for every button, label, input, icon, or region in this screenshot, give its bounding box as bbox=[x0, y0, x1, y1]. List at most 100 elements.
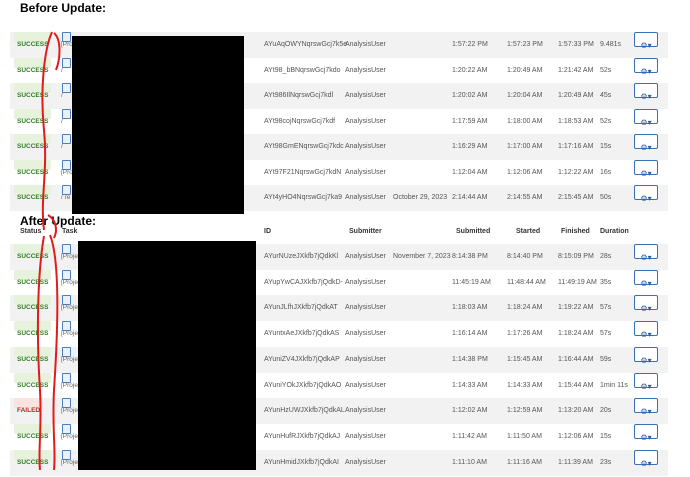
task-id: AYuntxAeJXkfb7jQdkAS bbox=[264, 330, 340, 338]
task-id: AYt4yHO4NqrswGcj7ka9 bbox=[264, 194, 343, 201]
started-time: 1:57:23 PM bbox=[507, 41, 543, 48]
task-actions-gear-button[interactable]: ⚙▾ bbox=[634, 134, 658, 152]
submitter-name: AnalysisUser bbox=[345, 355, 386, 363]
task-id: AYt97F21NqrswGcj7kdN bbox=[264, 168, 342, 176]
column-header-started[interactable]: Started bbox=[516, 224, 540, 240]
started-time: 1:20:04 AM bbox=[507, 92, 543, 99]
started-time: 1:20:49 AM bbox=[507, 66, 543, 74]
submitted-time: 1:16:29 AM bbox=[452, 143, 488, 150]
task-id: AYupYwCAJXkfb7jQdkD- bbox=[264, 278, 343, 286]
task-actions-gear-button[interactable]: ⚙▾ bbox=[634, 449, 658, 468]
submitter-name: AnalysisUser bbox=[345, 304, 386, 312]
task-id: AYunHufRJXkfb7jQdkAJ bbox=[264, 432, 341, 440]
task-actions-gear-button[interactable]: ⚙▾ bbox=[634, 244, 658, 262]
duration-value: 16s bbox=[600, 168, 612, 176]
submitted-time: 1:20:02 AM bbox=[452, 92, 488, 99]
before-update-caption: Before Update: bbox=[20, 1, 107, 15]
task-id: AYuniZV4JXkfb7jQdkAP bbox=[264, 355, 340, 363]
submitted-time: 2:14:44 AM bbox=[452, 194, 488, 201]
submitted-time: 1:11:10 AM bbox=[452, 458, 487, 466]
submitted-time: 1:17:59 AM bbox=[452, 117, 488, 125]
task-actions-gear-button[interactable]: ⚙▾ bbox=[634, 185, 658, 203]
duration-value: 35s bbox=[600, 278, 612, 286]
submitter-name: AnalysisUser bbox=[345, 92, 386, 99]
duration-value: 1min 11s bbox=[600, 381, 628, 389]
duration-value: 20s bbox=[600, 407, 612, 415]
task-actions-gear-button[interactable]: ⚙▾ bbox=[634, 57, 658, 76]
submitter-name: AnalysisUser bbox=[345, 143, 386, 150]
finished-time: 1:15:44 AM bbox=[558, 381, 594, 389]
finished-time: 1:18:53 AM bbox=[558, 117, 594, 125]
submitter-name: AnalysisUser bbox=[345, 194, 386, 201]
submitted-time: 8:14:38 PM bbox=[452, 253, 488, 260]
submitted-time: 1:57:22 PM bbox=[452, 41, 488, 48]
submitter-name: AnalysisUser bbox=[345, 330, 386, 338]
started-time: 1:12:59 AM bbox=[507, 407, 543, 415]
duration-value: 9.481s bbox=[600, 41, 622, 48]
red-highlight-annotation bbox=[36, 31, 61, 470]
started-time: 1:17:26 AM bbox=[507, 330, 543, 338]
started-time: 8:14:40 PM bbox=[507, 253, 543, 260]
redaction-block-before bbox=[72, 36, 244, 214]
submitted-time: 11:45:19 AM bbox=[452, 278, 491, 286]
duration-value: 52s bbox=[600, 117, 612, 125]
finished-time: 1:12:22 AM bbox=[558, 168, 594, 176]
task-id: AYunHmidJXkfb7jQdkAI bbox=[264, 458, 339, 466]
started-time: 1:15:45 AM bbox=[507, 355, 543, 363]
task-id: AYt98GmENqrswGcj7kdc bbox=[264, 143, 344, 150]
submitter-name: AnalysisUser bbox=[345, 253, 386, 260]
task-id: AYunJLfhJXkfb7jQdkAT bbox=[264, 304, 338, 312]
submitter-name: AnalysisUser bbox=[345, 432, 386, 440]
task-id: AYunHzUWJXkfb7jQdkAL bbox=[264, 407, 345, 415]
submitter-name: AnalysisUser bbox=[345, 407, 386, 415]
redaction-block-after bbox=[78, 241, 256, 470]
task-actions-gear-button[interactable]: ⚙▾ bbox=[634, 398, 658, 416]
started-time: 1:11:16 AM bbox=[507, 458, 542, 466]
finished-time: 8:15:09 PM bbox=[558, 253, 594, 260]
task-id: AYt986IlNqrswGcj7kdl bbox=[264, 92, 334, 99]
column-header-submitter[interactable]: Submitter bbox=[349, 224, 382, 240]
column-header-duration[interactable]: Duration bbox=[600, 224, 629, 240]
started-time: 1:12:06 AM bbox=[507, 168, 543, 176]
finished-time: 1:21:42 AM bbox=[558, 66, 594, 74]
finished-time: 1:11:39 AM bbox=[558, 458, 593, 466]
started-time: 1:14:33 AM bbox=[507, 381, 543, 389]
started-time: 1:18:00 AM bbox=[507, 117, 543, 125]
date-separator: October 29, 2023 bbox=[393, 194, 448, 201]
task-id: AYuniYOkJXkfb7jQdkAO bbox=[264, 381, 342, 389]
task-actions-gear-button[interactable]: ⚙▾ bbox=[634, 269, 658, 288]
task-id: AYurNUzeJXkfb7jQdkKl bbox=[264, 253, 339, 260]
duration-value: 45s bbox=[600, 92, 612, 99]
finished-time: 1:12:06 AM bbox=[558, 432, 594, 440]
submitted-time: 1:16:14 AM bbox=[452, 330, 488, 338]
started-time: 1:11:50 AM bbox=[507, 432, 542, 440]
duration-value: 15s bbox=[600, 432, 612, 440]
task-actions-gear-button[interactable]: ⚙▾ bbox=[634, 423, 658, 442]
submitted-time: 1:12:04 AM bbox=[452, 168, 488, 176]
finished-time: 1:17:16 AM bbox=[558, 143, 594, 150]
duration-value: 59s bbox=[600, 355, 612, 363]
task-actions-gear-button[interactable]: ⚙▾ bbox=[634, 321, 658, 339]
finished-time: 1:20:49 AM bbox=[558, 92, 594, 99]
column-header-submitted[interactable]: Submitted bbox=[456, 224, 490, 240]
finished-time: 1:18:24 AM bbox=[558, 330, 594, 338]
submitted-time: 1:12:02 AM bbox=[452, 407, 488, 415]
submitter-name: AnalysisUser bbox=[345, 381, 386, 389]
task-actions-gear-button[interactable]: ⚙▾ bbox=[634, 32, 658, 50]
finished-time: 2:15:45 AM bbox=[558, 194, 594, 201]
submitter-name: AnalysisUser bbox=[345, 278, 386, 286]
task-actions-gear-button[interactable]: ⚙▾ bbox=[634, 295, 658, 313]
column-header-id[interactable]: ID bbox=[264, 224, 271, 240]
task-actions-gear-button[interactable]: ⚙▾ bbox=[634, 108, 658, 127]
finished-time: 1:57:33 PM bbox=[558, 41, 594, 48]
task-actions-gear-button[interactable]: ⚙▾ bbox=[634, 372, 658, 391]
finished-time: 1:16:44 AM bbox=[558, 355, 594, 363]
column-header-finished[interactable]: Finished bbox=[561, 224, 590, 240]
started-time: 1:18:24 AM bbox=[507, 304, 543, 312]
table-header: Status Task ID Submitter Submitted Start… bbox=[10, 224, 668, 240]
task-actions-gear-button[interactable]: ⚙▾ bbox=[634, 83, 658, 101]
task-actions-gear-button[interactable]: ⚙▾ bbox=[634, 159, 658, 178]
duration-value: 15s bbox=[600, 143, 612, 150]
task-actions-gear-button[interactable]: ⚙▾ bbox=[634, 346, 658, 365]
submitter-name: AnalysisUser bbox=[345, 66, 386, 74]
